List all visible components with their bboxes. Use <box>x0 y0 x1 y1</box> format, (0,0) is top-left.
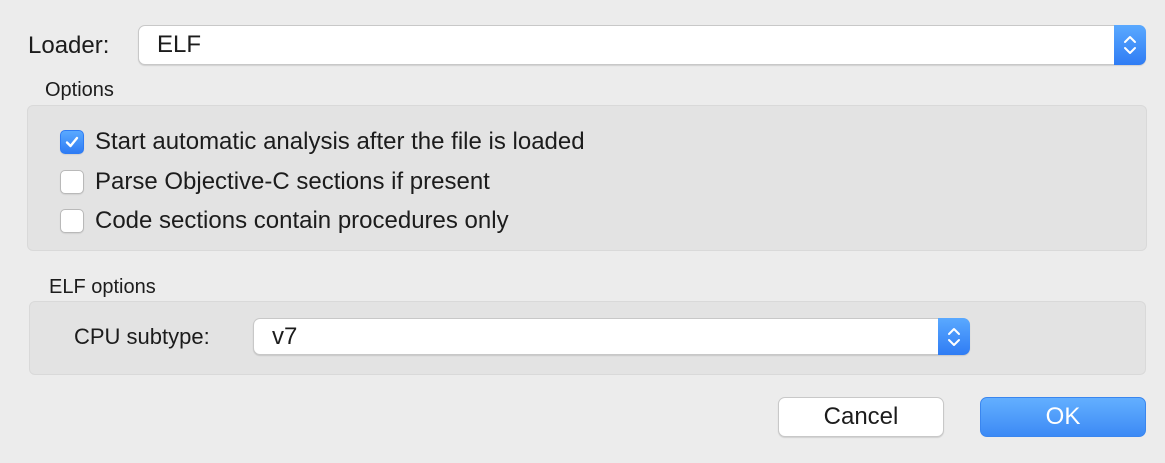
loader-select[interactable]: ELF <box>138 25 1146 65</box>
up-down-chevron-icon <box>1124 36 1136 54</box>
checkbox-row-procedures[interactable]: Code sections contain procedures only <box>60 206 509 236</box>
auto-analysis-label[interactable]: Start automatic analysis after the file … <box>95 128 585 156</box>
loader-stepper[interactable] <box>1114 25 1146 65</box>
cpu-subtype-select[interactable]: v7 <box>253 318 970 355</box>
objc-checkbox[interactable] <box>60 170 84 194</box>
auto-analysis-checkbox[interactable] <box>60 130 84 154</box>
cpu-subtype-stepper[interactable] <box>938 318 970 355</box>
loader-select-value: ELF <box>157 31 202 58</box>
checkmark-icon <box>65 136 79 148</box>
cpu-subtype-label: CPU subtype: <box>74 324 210 349</box>
procedures-checkbox[interactable] <box>60 209 84 233</box>
loader-label: Loader: <box>28 32 110 59</box>
up-down-chevron-icon <box>948 327 960 346</box>
procedures-label[interactable]: Code sections contain procedures only <box>95 207 509 235</box>
objc-label[interactable]: Parse Objective-C sections if present <box>95 168 490 196</box>
checkbox-row-auto-analysis[interactable]: Start automatic analysis after the file … <box>60 127 585 157</box>
cancel-button[interactable]: Cancel <box>778 397 944 437</box>
ok-button[interactable]: OK <box>980 397 1146 437</box>
elf-options-label: ELF options <box>49 276 156 298</box>
cpu-subtype-value: v7 <box>272 322 298 350</box>
options-label: Options <box>45 79 114 101</box>
checkbox-row-objc[interactable]: Parse Objective-C sections if present <box>60 167 490 197</box>
